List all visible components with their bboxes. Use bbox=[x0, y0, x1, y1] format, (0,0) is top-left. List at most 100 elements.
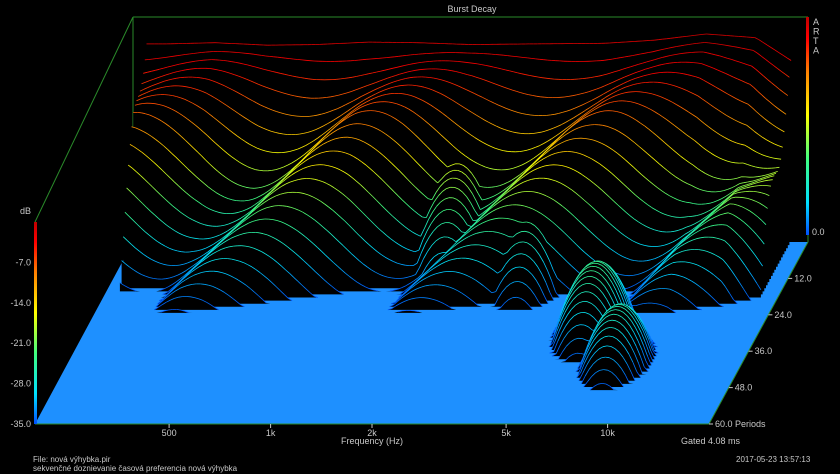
y-tick-label: 60.0 Periods bbox=[715, 419, 766, 429]
slice-line bbox=[517, 253, 522, 255]
slice-line bbox=[156, 57, 162, 59]
slice-line bbox=[465, 61, 470, 64]
slice-line bbox=[519, 56, 524, 58]
y-tick-label: 12.0 bbox=[794, 273, 812, 283]
slice-line bbox=[268, 218, 274, 220]
slice-line bbox=[423, 297, 429, 299]
slice-line bbox=[168, 309, 173, 311]
slice-line bbox=[421, 61, 426, 63]
slice-line bbox=[289, 58, 294, 60]
z-tick-label: -35.0 bbox=[10, 419, 31, 429]
slice-line bbox=[515, 56, 520, 58]
slice-line bbox=[148, 58, 153, 60]
slice-line bbox=[281, 57, 286, 59]
slice-line bbox=[527, 57, 532, 59]
brand-letter: T bbox=[813, 36, 819, 46]
y-tick-label: 24.0 bbox=[774, 310, 792, 320]
brand-letter: A bbox=[813, 17, 819, 27]
slice-line bbox=[698, 34, 703, 36]
colorbar-right bbox=[806, 17, 809, 235]
slice-line bbox=[507, 55, 512, 57]
slice-line bbox=[729, 178, 734, 180]
slice-line bbox=[208, 225, 213, 227]
slice-line bbox=[244, 200, 249, 202]
slice-line bbox=[185, 53, 190, 55]
x-tick-label: 500 bbox=[162, 428, 177, 438]
waterfall-chart: Burst Decay dB Frequency (Hz) Gated 4.08… bbox=[10, 4, 825, 446]
slice-line bbox=[197, 52, 202, 54]
slice-line bbox=[192, 283, 197, 285]
slice-line bbox=[768, 179, 773, 181]
slice-line bbox=[657, 81, 662, 84]
slice-line bbox=[531, 58, 536, 60]
slice-line bbox=[670, 37, 675, 39]
slice-line bbox=[277, 56, 282, 59]
slice-line bbox=[666, 37, 671, 40]
slice-line bbox=[686, 35, 691, 37]
slice-line bbox=[759, 167, 764, 169]
slice-line bbox=[753, 191, 758, 193]
slice-line bbox=[546, 114, 551, 116]
slice-line bbox=[678, 36, 683, 38]
x-tick-label: 2k bbox=[367, 428, 377, 438]
slice-line bbox=[406, 54, 411, 56]
slice-line bbox=[766, 185, 772, 187]
slice-line bbox=[398, 55, 403, 57]
z-axis-label: dB bbox=[20, 206, 31, 216]
slice-line bbox=[776, 158, 782, 160]
x-tick-label: 5k bbox=[501, 428, 511, 438]
slice-line bbox=[309, 115, 314, 117]
slice-line bbox=[541, 77, 547, 79]
slice-line bbox=[166, 85, 171, 87]
slice-line bbox=[391, 277, 396, 279]
y-tick-label: 36.0 bbox=[755, 346, 773, 356]
slice-line bbox=[282, 205, 287, 207]
slice-line bbox=[508, 204, 513, 206]
footer-file: File: nová výhybka.pir bbox=[33, 455, 111, 464]
chart-title: Burst Decay bbox=[447, 4, 497, 14]
slice-line bbox=[557, 164, 562, 166]
brand-arta: ARTA bbox=[813, 17, 820, 56]
slice-line bbox=[665, 288, 670, 290]
x-tick-label: 10k bbox=[600, 428, 615, 438]
slice-line bbox=[227, 258, 232, 260]
slice-line bbox=[308, 78, 313, 80]
slice-line bbox=[213, 270, 219, 273]
slice-line bbox=[465, 257, 470, 260]
colorbar-left bbox=[34, 222, 37, 424]
slice-line bbox=[692, 43, 697, 45]
slice-line bbox=[714, 224, 719, 226]
slice-line bbox=[153, 278, 158, 280]
slice-line bbox=[572, 138, 578, 140]
footer-note: sekvenčné doznievanie časová preferencia… bbox=[33, 464, 238, 473]
slice-line bbox=[469, 62, 474, 64]
z-tick-label: -14.0 bbox=[10, 298, 31, 308]
slice-line bbox=[394, 55, 399, 58]
z-tick-label: 0.0 bbox=[812, 227, 825, 237]
slice-line bbox=[195, 60, 200, 62]
slice-line bbox=[654, 39, 659, 41]
slice-line bbox=[690, 35, 695, 37]
x-tick-label: 1k bbox=[266, 428, 276, 438]
z-tick-label: -21.0 bbox=[10, 338, 31, 348]
slice-line bbox=[223, 60, 228, 62]
slice-line bbox=[152, 58, 157, 60]
slice-line bbox=[189, 53, 194, 55]
slice-line bbox=[340, 78, 345, 80]
slice-line bbox=[658, 38, 663, 41]
z-tick-label: -28.0 bbox=[10, 379, 31, 389]
slice-line bbox=[543, 177, 548, 180]
slice-line bbox=[674, 36, 679, 39]
slice-line bbox=[741, 191, 746, 193]
slice-line bbox=[545, 77, 551, 80]
slice-line bbox=[283, 133, 288, 135]
slice-line bbox=[292, 115, 298, 117]
slice-line bbox=[675, 72, 680, 74]
y-tick-label: 48.0 bbox=[735, 383, 753, 393]
gated-label: Gated 4.08 ms bbox=[681, 436, 741, 446]
slice-line bbox=[669, 62, 674, 64]
slice-line bbox=[634, 260, 639, 262]
brand-letter: A bbox=[813, 46, 819, 56]
slice-line bbox=[712, 43, 717, 45]
slice-line bbox=[189, 68, 194, 70]
